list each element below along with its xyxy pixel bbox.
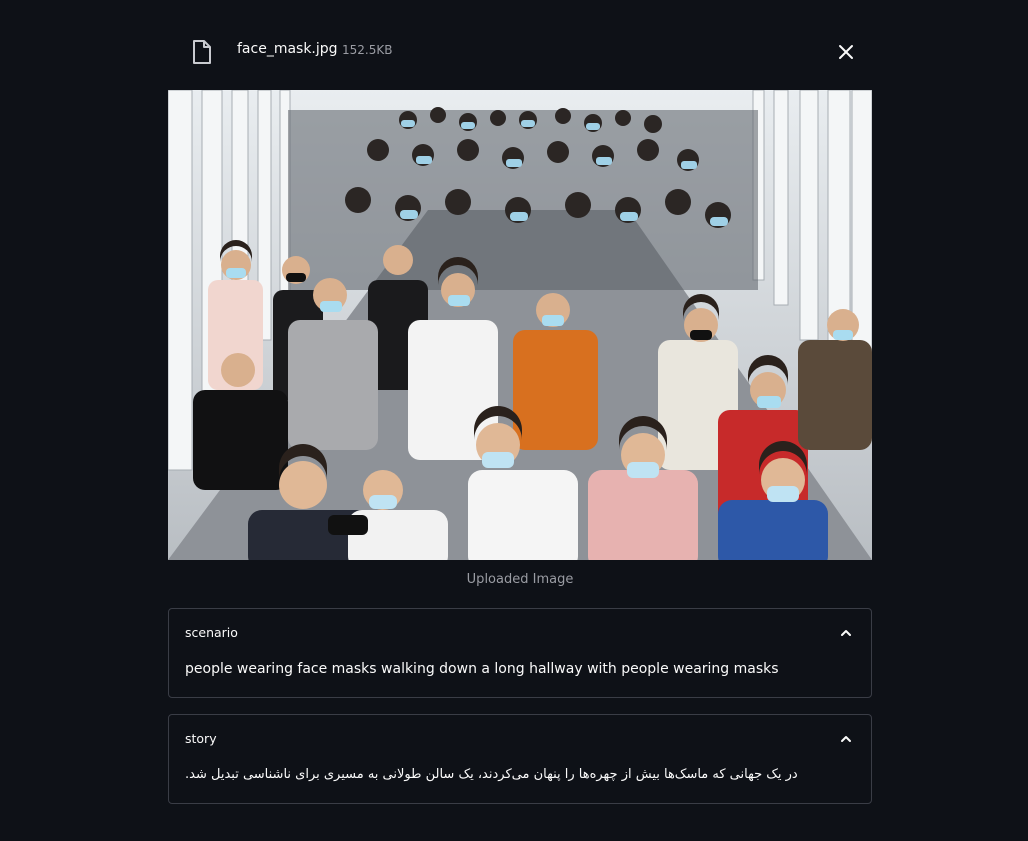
scenario-expander[interactable]: scenario people wearing face masks walki…: [168, 608, 872, 698]
story-expander[interactable]: story در یک جهانی که ماسک‌ها بیش از چهره…: [168, 714, 872, 804]
chevron-up-icon[interactable]: [839, 731, 853, 745]
uploaded-file-row: face_mask.jpg 152.5KB: [168, 28, 872, 74]
close-icon[interactable]: [834, 40, 858, 64]
file-icon: [190, 39, 214, 65]
file-size: 152.5KB: [342, 43, 393, 57]
uploaded-image: [168, 90, 872, 560]
image-caption: Uploaded Image: [466, 572, 574, 587]
scenario-text: people wearing face masks walking down a…: [185, 661, 779, 677]
scenario-label[interactable]: scenario: [185, 625, 238, 640]
file-name: face_mask.jpg: [237, 41, 338, 57]
story-label[interactable]: story: [185, 731, 217, 746]
story-text: در یک جهانی که ماسک‌ها بیش از چهره‌ها را…: [185, 767, 798, 782]
chevron-up-icon[interactable]: [839, 625, 853, 639]
